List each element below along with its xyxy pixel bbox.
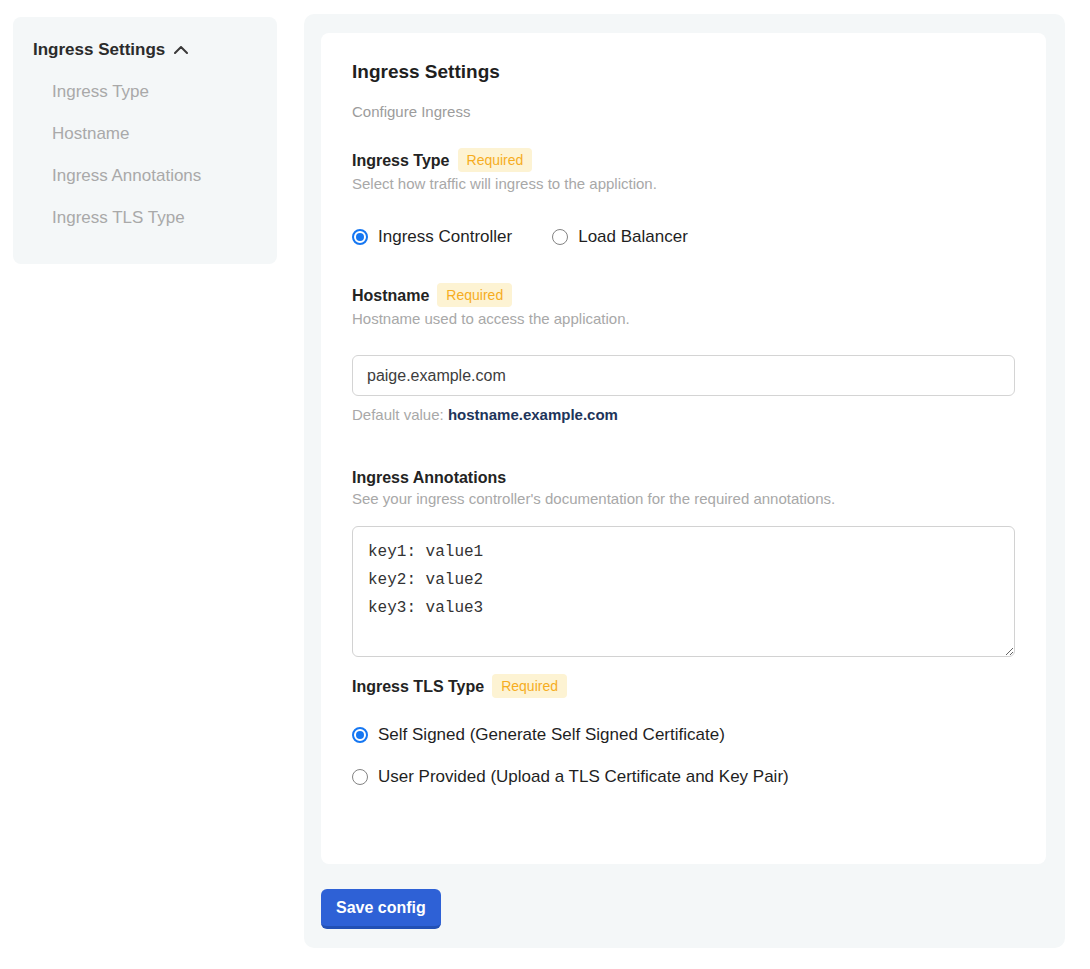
radio-selected-icon[interactable] — [352, 229, 368, 245]
radio-label: User Provided (Upload a TLS Certificate … — [378, 767, 789, 787]
sidebar-group-label: Ingress Settings — [33, 40, 165, 59]
required-badge: Required — [458, 148, 533, 172]
ingress-type-help: Select how traffic will ingress to the a… — [352, 175, 1015, 192]
sidebar-item-ingress-annotations[interactable]: Ingress Annotations — [52, 166, 257, 185]
hostname-default-value: Default value: hostname.example.com — [352, 406, 1015, 423]
required-badge: Required — [492, 674, 567, 698]
ingress-settings-card: Ingress Settings Configure Ingress Ingre… — [321, 33, 1046, 864]
radio-option-load-balancer[interactable]: Load Balancer — [552, 227, 688, 247]
radio-label: Load Balancer — [578, 227, 688, 247]
field-ingress-tls-type: Ingress TLS Type Required Self Signed (G… — [352, 674, 1015, 787]
sidebar-group-ingress-settings[interactable]: Ingress Settings — [33, 40, 257, 59]
required-badge: Required — [437, 283, 512, 307]
card-title: Ingress Settings — [352, 60, 1015, 84]
ingress-annotations-textarea[interactable]: key1: value1 key2: value2 key3: value3 — [352, 526, 1015, 657]
ingress-annotations-label: Ingress Annotations — [352, 468, 506, 487]
hostname-input[interactable] — [352, 355, 1015, 396]
radio-unselected-icon[interactable] — [352, 769, 368, 785]
hostname-label: Hostname — [352, 286, 429, 305]
config-nav-sidebar: Ingress Settings Ingress Type Hostname I… — [13, 17, 277, 264]
config-panel: Ingress Settings Configure Ingress Ingre… — [304, 14, 1065, 948]
radio-label: Ingress Controller — [378, 227, 512, 247]
hostname-help: Hostname used to access the application. — [352, 310, 1015, 327]
radio-option-user-provided[interactable]: User Provided (Upload a TLS Certificate … — [352, 767, 1015, 787]
chevron-up-icon — [174, 46, 188, 54]
field-ingress-annotations: Ingress Annotations See your ingress con… — [352, 468, 1015, 657]
sidebar-item-ingress-tls-type[interactable]: Ingress TLS Type — [52, 208, 257, 227]
field-ingress-type: Ingress Type Required Select how traffic… — [352, 148, 1015, 247]
card-subtitle: Configure Ingress — [352, 103, 1015, 120]
sidebar-item-ingress-type[interactable]: Ingress Type — [52, 82, 257, 101]
sidebar-item-hostname[interactable]: Hostname — [52, 124, 257, 143]
radio-label: Self Signed (Generate Self Signed Certif… — [378, 725, 725, 745]
ingress-tls-type-label: Ingress TLS Type — [352, 677, 484, 696]
field-hostname: Hostname Required Hostname used to acces… — [352, 283, 1015, 423]
ingress-type-label: Ingress Type — [352, 151, 450, 170]
save-config-button[interactable]: Save config — [321, 889, 441, 929]
radio-unselected-icon[interactable] — [552, 229, 568, 245]
radio-option-self-signed[interactable]: Self Signed (Generate Self Signed Certif… — [352, 725, 1015, 745]
radio-selected-icon[interactable] — [352, 727, 368, 743]
ingress-annotations-help: See your ingress controller's documentat… — [352, 490, 1015, 507]
radio-option-ingress-controller[interactable]: Ingress Controller — [352, 227, 512, 247]
